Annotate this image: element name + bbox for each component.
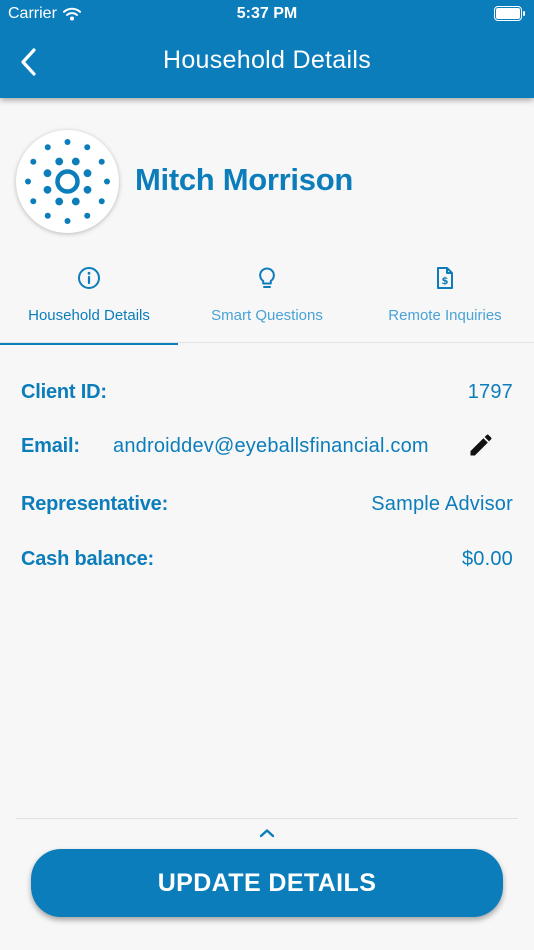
page-title: Household Details — [163, 46, 371, 74]
status-bar: Carrier 5:37 PM — [0, 0, 534, 28]
tab-label: Remote Inquiries — [388, 307, 502, 324]
client-profile: Mitch Morrison — [16, 130, 516, 234]
svg-text:$: $ — [442, 276, 449, 287]
status-time: 5:37 PM — [236, 5, 298, 22]
detail-row-client-id: Client ID: 1797 — [21, 377, 513, 407]
tab-household-details[interactable]: Household Details — [0, 262, 178, 345]
representative-label: Representative: — [21, 493, 169, 515]
expand-button[interactable] — [256, 826, 278, 840]
battery-icon — [494, 6, 525, 21]
cash-balance-label: Cash balance: — [21, 548, 155, 570]
detail-row-cash-balance: Cash balance: $0.00 — [21, 544, 513, 574]
radial-dots-logo — [25, 139, 110, 224]
tab-remote-inquiries[interactable]: $ Remote Inquiries — [356, 262, 534, 344]
app-header: Carrier 5:37 PM Household Details — [0, 0, 534, 98]
update-details-button[interactable]: UPDATE DETAILS — [31, 849, 503, 917]
detail-row-representative: Representative: Sample Advisor — [21, 489, 513, 519]
cash-balance-value: $0.00 — [461, 548, 513, 570]
detail-row-email: Email: androiddev@eyeballsfinancial.com — [21, 431, 513, 461]
representative-value: Sample Advisor — [371, 493, 513, 515]
tabs-divider — [0, 342, 534, 343]
email-label: Email: — [21, 435, 80, 457]
lightbulb-icon — [259, 267, 275, 288]
edit-email-button[interactable] — [467, 431, 495, 459]
client-name: Mitch Morrison — [135, 162, 353, 197]
tab-label: Household Details — [28, 307, 150, 324]
client-id-value: 1797 — [467, 381, 513, 403]
dollar-document-icon: $ — [437, 267, 453, 289]
chevron-up-icon — [259, 829, 275, 838]
avatar — [16, 130, 119, 233]
tab-bar: Household Details Smart Questions $ Remo… — [0, 262, 534, 345]
footer-divider — [16, 818, 518, 819]
email-value: androiddev@eyeballsfinancial.com — [113, 435, 429, 457]
pencil-icon — [470, 434, 492, 456]
tab-smart-questions[interactable]: Smart Questions — [178, 262, 356, 344]
info-circle-icon — [78, 267, 100, 289]
tab-label: Smart Questions — [211, 307, 323, 324]
client-id-label: Client ID: — [21, 381, 107, 403]
